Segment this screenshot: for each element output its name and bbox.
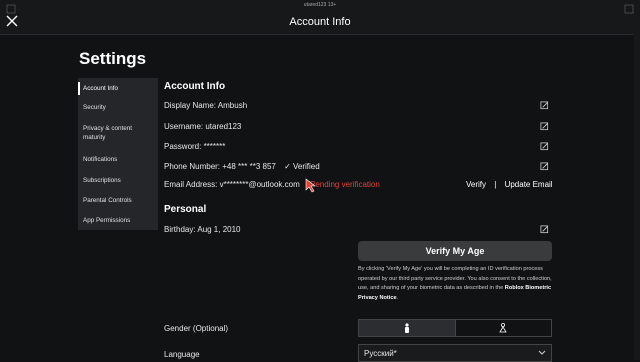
sidebar-item-security[interactable]: Security xyxy=(78,103,158,112)
language-value: Русский* xyxy=(364,349,397,358)
sidebar-item-privacy[interactable]: Privacy & content maturity xyxy=(78,124,158,142)
account-info-heading: Account Info xyxy=(164,81,226,92)
page-title: Settings xyxy=(79,49,147,68)
gender-female-option[interactable] xyxy=(454,320,552,336)
gender-label: Gender (Optional) xyxy=(164,324,229,333)
edit-icon[interactable] xyxy=(540,162,549,171)
phone-row: Phone Number: +48 *** **3 857 ✓ Verified xyxy=(164,162,320,171)
sidebar-item-notifications[interactable]: Notifications xyxy=(78,155,158,164)
mouse-cursor-icon xyxy=(305,178,316,193)
email-row: Email Address: v********@outlook.com Pen… xyxy=(164,180,380,189)
male-icon xyxy=(404,322,409,333)
sidebar-item-account-info[interactable]: Account Info xyxy=(78,82,158,95)
link-separator: | xyxy=(494,180,497,189)
verify-email-link[interactable]: Verify xyxy=(466,180,486,189)
username-row: Username: utared123 xyxy=(164,122,242,131)
phone-verified-badge: ✓ Verified xyxy=(284,162,320,171)
female-icon xyxy=(499,322,507,332)
birthday-row: Birthday: Aug 1, 2010 xyxy=(164,225,241,234)
window-title: Account Info xyxy=(289,16,351,28)
title-bar: utared123 13+ Account Info xyxy=(0,0,640,35)
corner-icon xyxy=(624,4,634,14)
email-status: Pending verification xyxy=(309,180,380,189)
window-username: utared123 13+ xyxy=(303,2,337,8)
edit-icon[interactable] xyxy=(540,142,549,151)
close-icon[interactable] xyxy=(5,14,19,28)
biometric-consent-text: By clicking 'Verify My Age' you will be … xyxy=(358,265,558,303)
edit-icon[interactable] xyxy=(540,101,549,110)
settings-sidebar: Account Info Security Privacy & content … xyxy=(78,78,158,230)
update-email-link[interactable]: Update Email xyxy=(505,180,553,189)
gender-selector xyxy=(358,319,552,337)
email-address: Email Address: v********@outlook.com xyxy=(164,180,300,189)
phone-number: Phone Number: +48 *** **3 857 xyxy=(164,162,276,171)
sidebar-item-parental-controls[interactable]: Parental Controls xyxy=(78,196,158,205)
language-select[interactable]: Русский* xyxy=(358,344,552,362)
edit-icon[interactable] xyxy=(540,122,549,131)
corner-icon xyxy=(6,4,16,14)
consent-end: . xyxy=(396,294,399,301)
personal-heading: Personal xyxy=(164,204,207,215)
sidebar-item-app-permissions[interactable]: App Permissions xyxy=(78,216,158,225)
email-actions: Verify | Update Email xyxy=(466,180,553,189)
chevron-down-icon xyxy=(538,350,546,355)
display-name-row: Display Name: Ambush xyxy=(164,101,248,110)
gender-male-option[interactable] xyxy=(359,320,455,336)
edit-icon[interactable] xyxy=(540,225,549,234)
verify-age-button[interactable]: Verify My Age xyxy=(358,241,552,261)
scrollbar[interactable] xyxy=(634,34,640,360)
password-row: Password: ******* xyxy=(164,142,226,151)
language-label: Language xyxy=(164,350,200,359)
sidebar-item-subscriptions[interactable]: Subscriptions xyxy=(78,176,158,185)
